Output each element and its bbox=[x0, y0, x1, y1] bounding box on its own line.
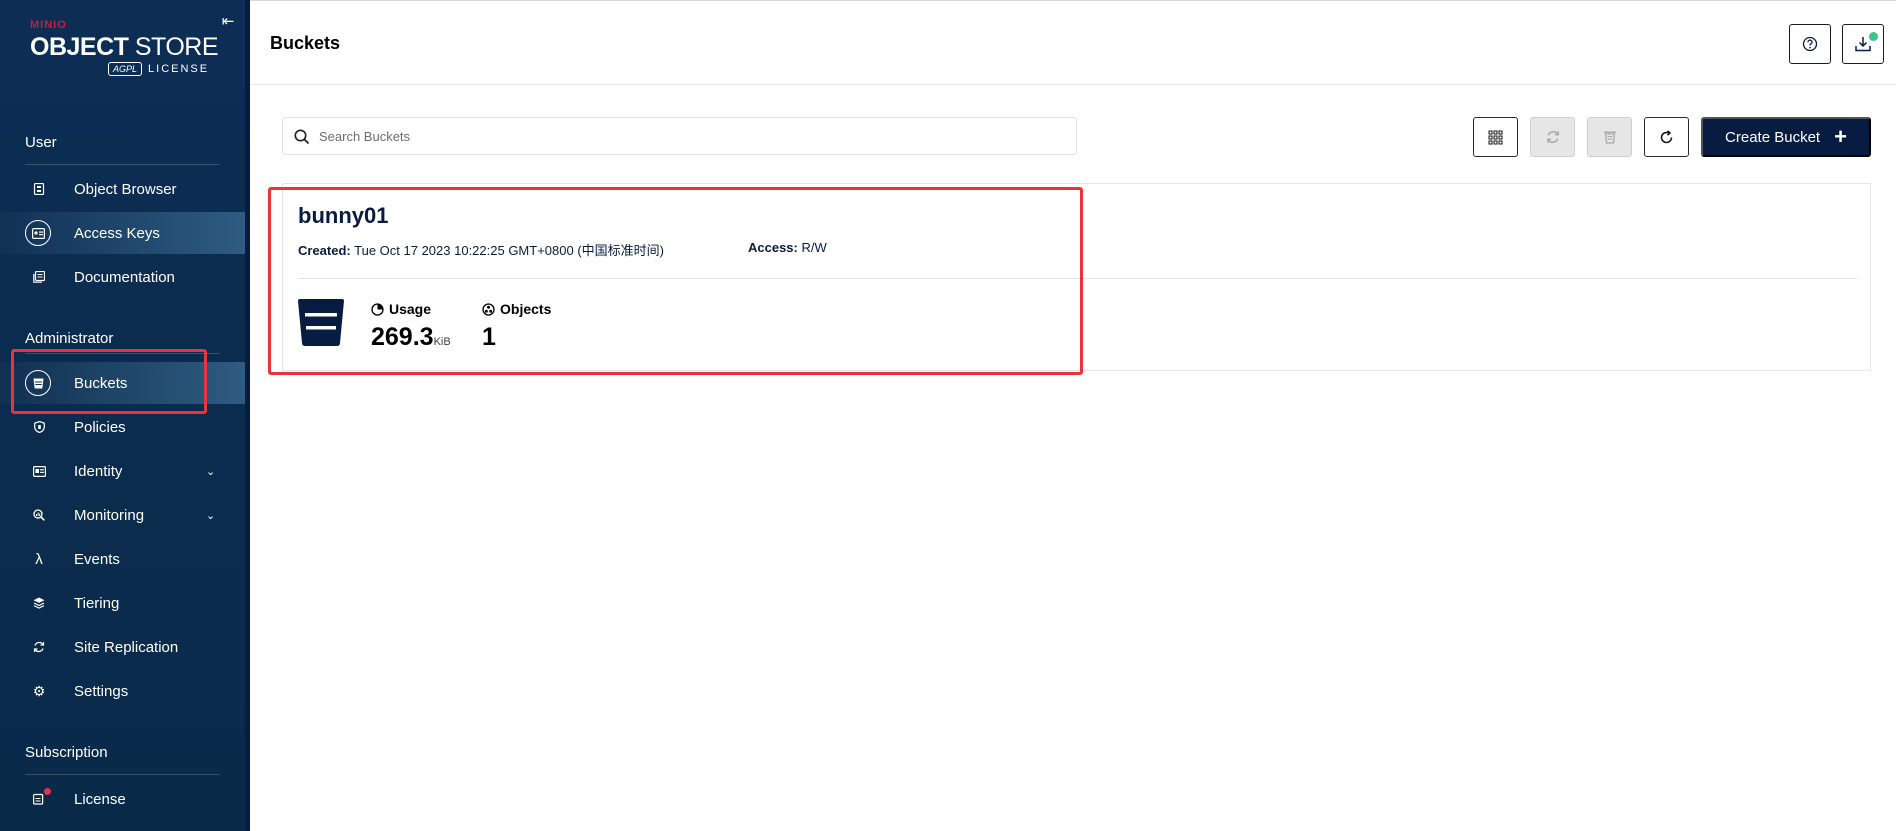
page-header: Buckets bbox=[250, 1, 1896, 85]
license-icon bbox=[26, 786, 52, 812]
bucket-list: bunny01 Created: Tue Oct 17 2023 10:22:2… bbox=[282, 183, 1871, 371]
bucket-name[interactable]: bunny01 bbox=[298, 203, 388, 229]
sidebar-item-object-browser[interactable]: Object Browser bbox=[0, 168, 245, 210]
logo-brand: MINIO bbox=[30, 19, 67, 31]
sidebar-item-documentation[interactable]: Documentation bbox=[0, 256, 245, 298]
help-button[interactable] bbox=[1789, 24, 1831, 64]
objects-value: 1 bbox=[482, 323, 496, 351]
sidebar-item-label: License bbox=[74, 790, 126, 808]
collapse-sidebar-icon[interactable]: ⇤ bbox=[218, 12, 238, 32]
created-value: Tue Oct 17 2023 10:22:25 GMT+0800 (中国标准时… bbox=[354, 243, 664, 258]
sidebar-item-label: Policies bbox=[74, 418, 126, 436]
agpl-badge: AGPL bbox=[108, 62, 143, 76]
minio-logo: MINIO OBJECT STORE AGPL LICENSE bbox=[30, 19, 230, 79]
pie-chart-icon bbox=[371, 302, 384, 316]
bucket-icon bbox=[298, 299, 344, 346]
objects-label: Objects bbox=[500, 301, 552, 317]
refresh-icon bbox=[1660, 129, 1673, 143]
logo-title-light: STORE bbox=[134, 33, 219, 61]
section-title-subscription: Subscription bbox=[25, 744, 108, 761]
sidebar-item-tiering[interactable]: Tiering bbox=[0, 582, 245, 624]
access-keys-icon bbox=[25, 220, 51, 246]
gear-icon: ⚙ bbox=[32, 682, 46, 699]
replication-icon bbox=[1546, 130, 1559, 144]
sidebar: MINIO OBJECT STORE AGPL LICENSE ⇤ User O… bbox=[0, 0, 245, 831]
sidebar-item-label: Documentation bbox=[74, 268, 175, 286]
sidebar-item-license[interactable]: License bbox=[0, 778, 245, 820]
create-bucket-label: Create Bucket bbox=[1725, 128, 1821, 146]
license-text: LICENSE bbox=[148, 63, 210, 75]
chevron-down-icon[interactable]: ⌄ bbox=[206, 465, 215, 478]
usage-label: Usage bbox=[389, 301, 432, 317]
sidebar-item-policies[interactable]: Policies bbox=[0, 406, 245, 448]
sidebar-item-label: Access Keys bbox=[74, 224, 160, 242]
page-title: Buckets bbox=[270, 33, 341, 53]
bucket-created: Created: Tue Oct 17 2023 10:22:25 GMT+08… bbox=[298, 240, 664, 259]
delete-buckets-button[interactable] bbox=[1587, 117, 1632, 157]
bucket-icon bbox=[25, 370, 51, 396]
create-bucket-button[interactable]: Create Bucket + bbox=[1701, 117, 1871, 157]
usage-unit: KiB bbox=[433, 336, 451, 348]
sidebar-item-label: Object Browser bbox=[74, 180, 177, 198]
sidebar-item-label: Monitoring bbox=[74, 506, 145, 524]
search-icon bbox=[294, 129, 310, 145]
access-label: Access: bbox=[748, 240, 798, 255]
search-input[interactable] bbox=[319, 119, 1059, 153]
replication-icon bbox=[26, 634, 52, 660]
sidebar-item-label: Settings bbox=[74, 682, 129, 700]
section-divider bbox=[25, 164, 220, 165]
refresh-button[interactable] bbox=[1644, 117, 1689, 157]
section-title-user: User bbox=[25, 134, 57, 151]
trash-icon bbox=[1603, 131, 1616, 144]
sidebar-item-label: Buckets bbox=[74, 374, 128, 392]
section-divider bbox=[25, 353, 220, 354]
select-buckets-button[interactable] bbox=[1473, 117, 1518, 157]
magnifier-chart-icon bbox=[26, 502, 52, 528]
sidebar-item-buckets[interactable]: Buckets bbox=[0, 362, 245, 404]
id-card-icon bbox=[26, 458, 52, 484]
logo-title-bold: OBJECT bbox=[30, 33, 129, 61]
sidebar-item-label: Tiering bbox=[74, 594, 120, 612]
section-divider bbox=[25, 774, 220, 775]
sidebar-item-settings[interactable]: ⚙ Settings bbox=[0, 670, 245, 712]
logo-license: AGPL LICENSE bbox=[108, 62, 209, 76]
usage-label-group: Usage bbox=[371, 301, 431, 317]
sidebar-item-access-keys[interactable]: Access Keys bbox=[0, 212, 245, 254]
download-button[interactable] bbox=[1842, 24, 1884, 64]
sidebar-item-label: Site Replication bbox=[74, 638, 179, 656]
set-replication-button[interactable] bbox=[1530, 117, 1575, 157]
plus-icon: + bbox=[1834, 124, 1847, 149]
sidebar-item-monitoring[interactable]: Monitoring ⌄ bbox=[0, 494, 245, 536]
usage-value: 269.3 bbox=[371, 323, 434, 351]
bucket-access: Access: R/W bbox=[748, 240, 827, 255]
logo-title: OBJECT STORE bbox=[30, 32, 219, 62]
sidebar-item-label: Identity bbox=[74, 462, 123, 480]
shield-icon bbox=[26, 414, 52, 440]
usage-value-group: 269.3KiB bbox=[371, 323, 451, 352]
sidebar-item-identity[interactable]: Identity ⌄ bbox=[0, 450, 245, 492]
bucket-card[interactable]: bunny01 Created: Tue Oct 17 2023 10:22:2… bbox=[283, 184, 1870, 370]
documentation-icon bbox=[26, 264, 52, 290]
object-browser-icon bbox=[26, 176, 52, 202]
notification-dot bbox=[44, 788, 51, 795]
section-title-administrator: Administrator bbox=[25, 330, 114, 347]
notification-dot bbox=[1869, 32, 1878, 41]
sidebar-edge bbox=[245, 0, 250, 831]
access-value: R/W bbox=[801, 240, 827, 255]
chevron-down-icon[interactable]: ⌄ bbox=[206, 509, 215, 522]
sidebar-item-site-replication[interactable]: Site Replication bbox=[0, 626, 245, 668]
grid-select-icon bbox=[1488, 130, 1503, 144]
objects-label-group: Objects bbox=[482, 301, 551, 317]
card-divider bbox=[298, 278, 1857, 279]
sidebar-item-label: Events bbox=[74, 550, 120, 568]
objects-icon bbox=[482, 302, 495, 316]
help-circle-icon bbox=[1802, 36, 1818, 52]
sidebar-item-events[interactable]: λ Events bbox=[0, 538, 245, 580]
app-root: MINIO OBJECT STORE AGPL LICENSE ⇤ User O… bbox=[0, 0, 1896, 831]
search-bar bbox=[282, 117, 1077, 155]
created-label: Created: bbox=[298, 243, 351, 258]
lambda-icon: λ bbox=[35, 550, 43, 568]
layers-icon bbox=[26, 590, 52, 616]
